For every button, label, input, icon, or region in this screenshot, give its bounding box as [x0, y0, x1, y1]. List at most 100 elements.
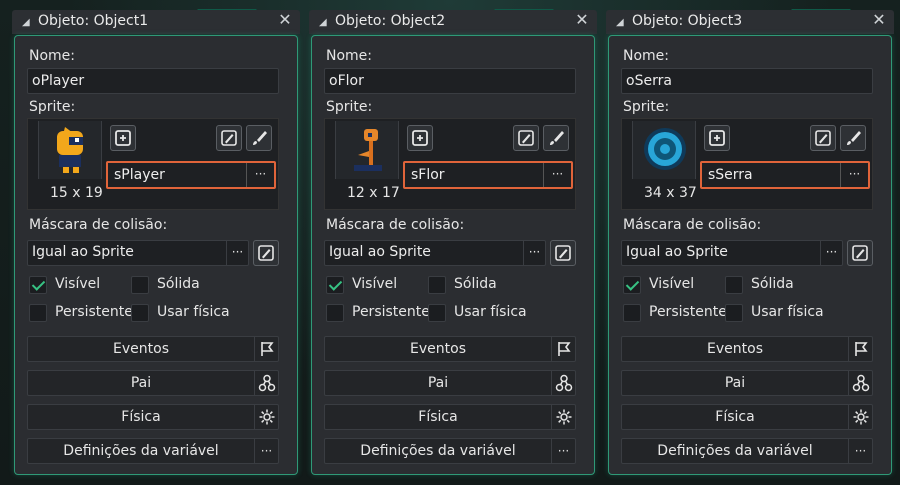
- sprite-label: Sprite:: [29, 99, 76, 115]
- new-sprite-button[interactable]: [407, 125, 433, 151]
- collision-mask-select[interactable]: Igual ao Sprite ···: [324, 240, 546, 266]
- sprite-area: 15 x 19 sPlayer ···: [27, 118, 279, 210]
- name-input[interactable]: oFlor: [324, 68, 576, 94]
- variable-definitions-more[interactable]: ···: [848, 439, 872, 463]
- edit-sprite-button[interactable]: [216, 125, 242, 151]
- collapse-arrow-icon[interactable]: ◢: [616, 17, 624, 28]
- collision-mask-label: Máscara de colisão:: [623, 217, 762, 233]
- sprite-dimensions: 34 x 37: [644, 185, 697, 201]
- brush-icon: [253, 131, 267, 145]
- collapse-arrow-icon[interactable]: ◢: [22, 17, 30, 28]
- variable-definitions-button[interactable]: Definições da variável ···: [27, 438, 279, 464]
- close-icon[interactable]: ✕: [870, 11, 888, 29]
- edit-mask-button[interactable]: [550, 240, 576, 266]
- collision-mask-value: Igual ao Sprite: [626, 244, 728, 260]
- collision-mask-value: Igual ao Sprite: [329, 244, 431, 260]
- physics-label: Física: [121, 409, 161, 425]
- sprite-name: sPlayer: [114, 167, 165, 183]
- collision-mask-browse-button[interactable]: ···: [523, 241, 545, 265]
- edit-mask-button[interactable]: [847, 240, 873, 266]
- edit-sprite-button[interactable]: [810, 125, 836, 151]
- variable-definitions-more[interactable]: ···: [551, 439, 575, 463]
- sprite-browse-button[interactable]: ···: [246, 163, 274, 187]
- events-button[interactable]: Eventos: [27, 336, 279, 362]
- use-physics-checkbox[interactable]: [725, 304, 743, 322]
- flag-icon: [254, 337, 278, 361]
- solid-checkbox[interactable]: [131, 276, 149, 294]
- sprite-preview[interactable]: [38, 121, 102, 179]
- physics-gear-icon: [254, 405, 278, 429]
- sprite-preview[interactable]: [335, 121, 399, 179]
- collapse-arrow-icon[interactable]: ◢: [319, 17, 327, 28]
- variable-definitions-button[interactable]: Definições da variável ···: [621, 438, 873, 464]
- variable-definitions-more[interactable]: ···: [254, 439, 278, 463]
- physics-button[interactable]: Física: [27, 404, 279, 430]
- collision-mask-browse-button[interactable]: ···: [820, 241, 842, 265]
- brush-button[interactable]: [246, 125, 272, 151]
- sprite-preview[interactable]: [632, 121, 696, 179]
- collision-mask-select[interactable]: Igual ao Sprite ···: [621, 240, 843, 266]
- events-button[interactable]: Eventos: [324, 336, 576, 362]
- visible-label: Visível: [352, 276, 398, 292]
- hierarchy-icon: [551, 371, 575, 395]
- physics-label: Física: [418, 409, 458, 425]
- collision-mask-browse-button[interactable]: ···: [226, 241, 248, 265]
- edit-image-icon: [221, 130, 237, 146]
- visible-label: Visível: [649, 276, 695, 292]
- name-input[interactable]: oSerra: [621, 68, 873, 94]
- sprite-preview-image: [354, 129, 382, 171]
- new-sprite-button[interactable]: [704, 125, 730, 151]
- visible-checkbox[interactable]: [326, 276, 344, 294]
- parent-button[interactable]: Pai: [324, 370, 576, 396]
- visible-checkbox[interactable]: [623, 276, 641, 294]
- variable-definitions-label: Definições da variável: [360, 443, 516, 459]
- solid-checkbox[interactable]: [725, 276, 743, 294]
- sprite-preview-image: [644, 128, 686, 170]
- physics-button[interactable]: Física: [621, 404, 873, 430]
- events-label: Eventos: [410, 341, 466, 357]
- flag-icon: [551, 337, 575, 361]
- persistent-label: Persistente: [352, 304, 430, 320]
- add-sprite-icon: [115, 130, 131, 146]
- physics-gear-icon: [848, 405, 872, 429]
- sprite-area: 12 x 17 sFlor ···: [324, 118, 576, 210]
- parent-button[interactable]: Pai: [27, 370, 279, 396]
- use-physics-label: Usar física: [157, 304, 230, 320]
- use-physics-checkbox[interactable]: [428, 304, 446, 322]
- name-input[interactable]: oPlayer: [27, 68, 279, 94]
- sprite-selector[interactable]: sSerra ···: [700, 161, 870, 189]
- new-sprite-button[interactable]: [110, 125, 136, 151]
- use-physics-label: Usar física: [454, 304, 527, 320]
- parent-button[interactable]: Pai: [621, 370, 873, 396]
- name-label: Nome:: [326, 48, 373, 64]
- events-button[interactable]: Eventos: [621, 336, 873, 362]
- object-editor-panel: ◢ Objeto: Object1 ✕ Nome: oPlayer Sprite…: [12, 0, 300, 475]
- physics-button[interactable]: Física: [324, 404, 576, 430]
- sprite-browse-button[interactable]: ···: [840, 163, 868, 187]
- sprite-browse-button[interactable]: ···: [543, 163, 571, 187]
- persistent-checkbox[interactable]: [623, 304, 641, 322]
- visible-checkbox[interactable]: [29, 276, 47, 294]
- sprite-selector[interactable]: sFlor ···: [403, 161, 573, 189]
- edit-sprite-button[interactable]: [513, 125, 539, 151]
- brush-button[interactable]: [543, 125, 569, 151]
- use-physics-checkbox[interactable]: [131, 304, 149, 322]
- solid-checkbox[interactable]: [428, 276, 446, 294]
- persistent-label: Persistente: [649, 304, 727, 320]
- brush-button[interactable]: [840, 125, 866, 151]
- edit-image-icon: [258, 245, 274, 261]
- solid-label: Sólida: [751, 276, 794, 292]
- sprite-name: sFlor: [411, 167, 445, 183]
- variable-definitions-button[interactable]: Definições da variável ···: [324, 438, 576, 464]
- collision-mask-select[interactable]: Igual ao Sprite ···: [27, 240, 249, 266]
- edit-mask-button[interactable]: [253, 240, 279, 266]
- close-icon[interactable]: ✕: [276, 11, 294, 29]
- persistent-checkbox[interactable]: [29, 304, 47, 322]
- sprite-selector[interactable]: sPlayer ···: [106, 161, 276, 189]
- persistent-checkbox[interactable]: [326, 304, 344, 322]
- solid-label: Sólida: [157, 276, 200, 292]
- sprite-dimensions: 15 x 19: [50, 185, 103, 201]
- edit-image-icon: [518, 130, 534, 146]
- physics-label: Física: [715, 409, 755, 425]
- close-icon[interactable]: ✕: [573, 11, 591, 29]
